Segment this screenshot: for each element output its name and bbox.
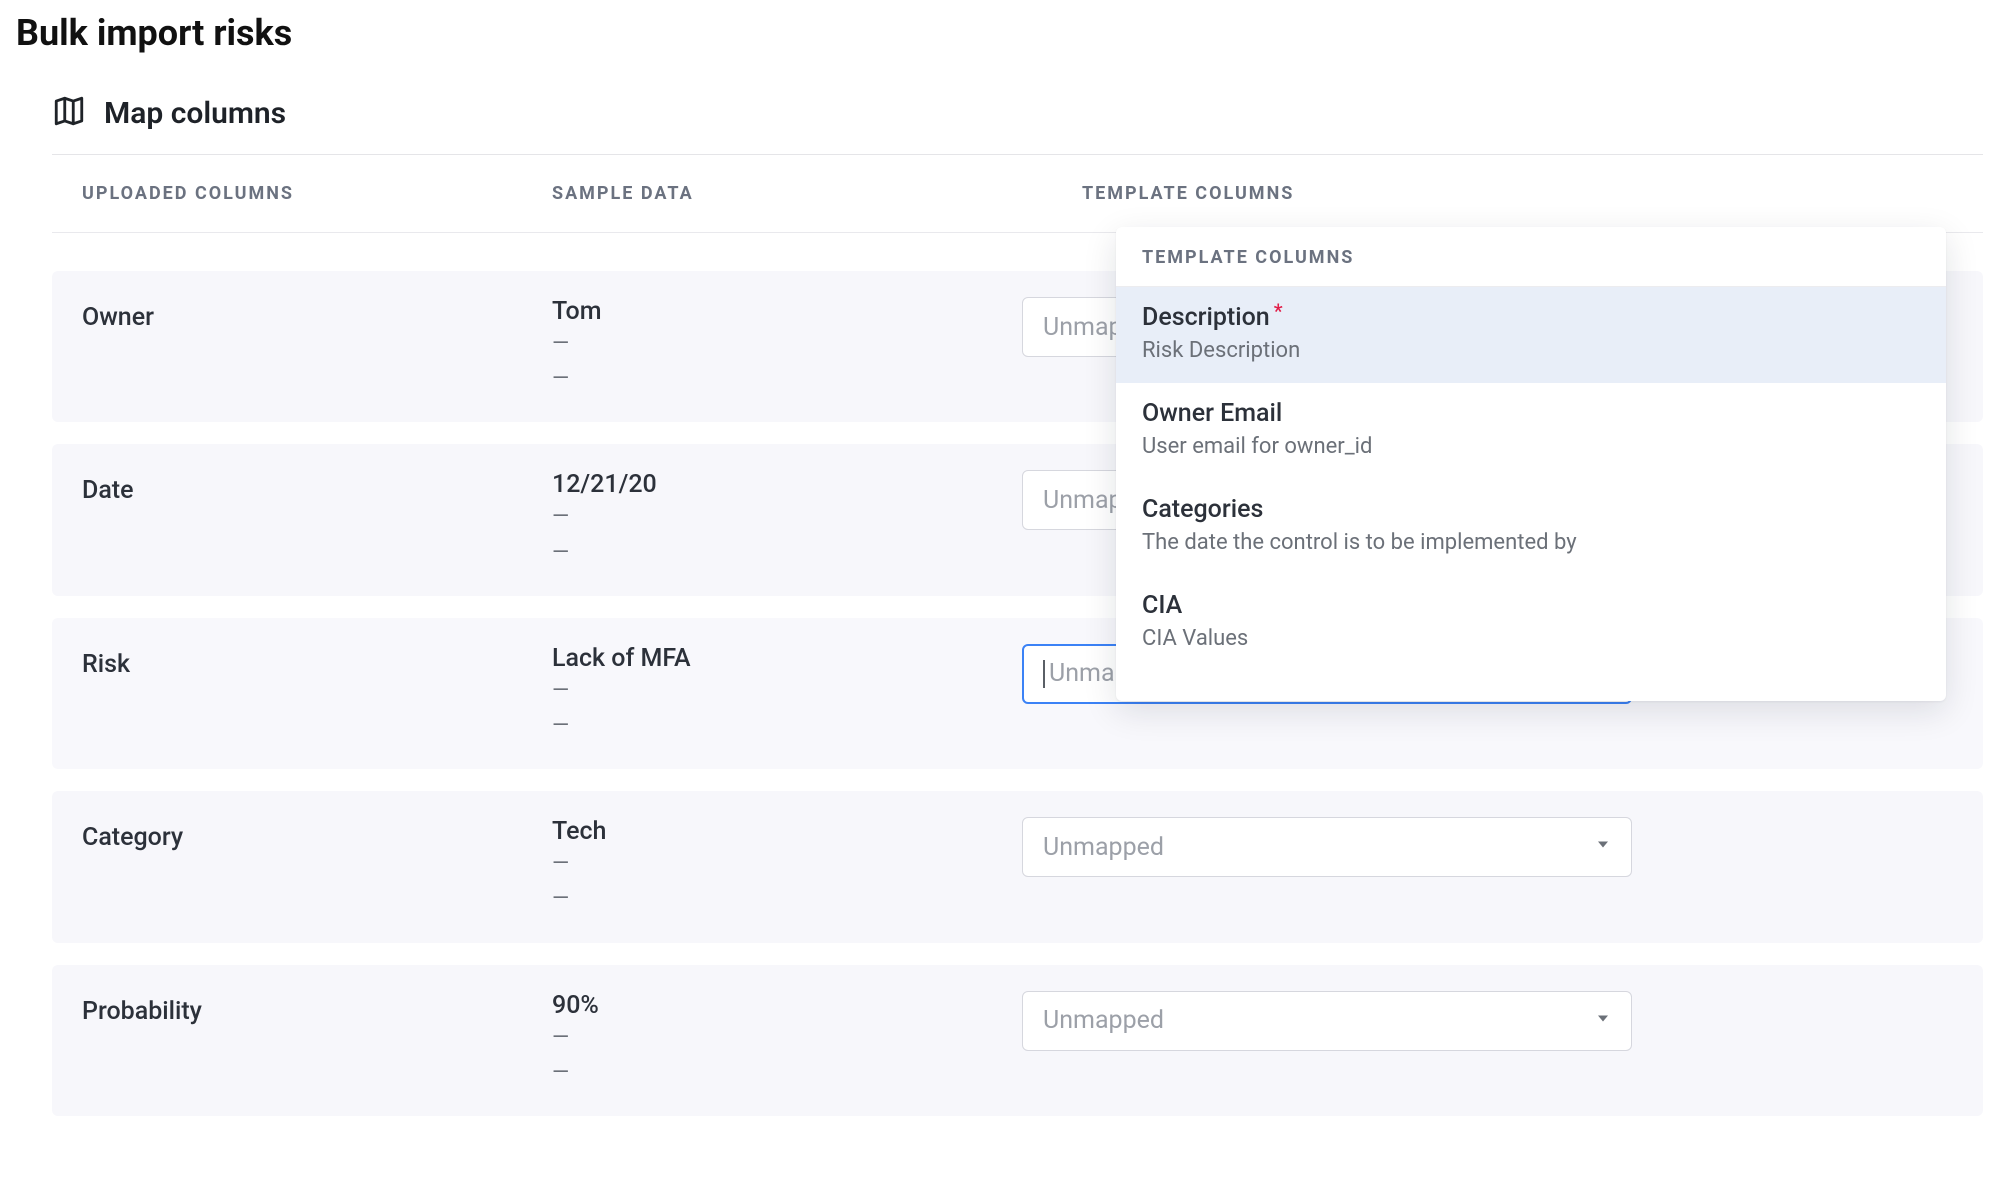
uploaded-column-name: Owner [82, 297, 552, 332]
sample-value: 90% [552, 991, 1022, 1020]
sample-empty: — [552, 708, 1022, 743]
sample-value: Tom [552, 297, 1022, 326]
dropdown-option[interactable]: Owner Email User email for owner_id [1116, 383, 1946, 479]
sample-data-header: SAMPLE DATA [552, 183, 694, 204]
dropdown-option-label: Description [1142, 303, 1270, 332]
uploaded-columns-header: UPLOADED COLUMNS [82, 183, 294, 204]
table-headers: UPLOADED COLUMNS SAMPLE DATA TEMPLATE CO… [52, 155, 1983, 233]
map-columns-header: Map columns [52, 94, 1983, 155]
uploaded-column-name: Risk [82, 644, 552, 679]
column-mapping-row: CategoryTech——Unmapped [52, 791, 1983, 942]
uploaded-column-name: Category [82, 817, 552, 852]
map-columns-title: Map columns [104, 96, 286, 131]
sample-empty: — [552, 1055, 1022, 1090]
sample-empty: — [552, 673, 1022, 708]
sample-empty: — [552, 535, 1022, 570]
dropdown-option-partial[interactable] [1116, 671, 1946, 701]
sample-empty: — [552, 881, 1022, 916]
dropdown-option-description: The date the control is to be implemente… [1142, 530, 1920, 555]
sample-empty: — [552, 499, 1022, 534]
dropdown-option-label: Categories [1142, 495, 1263, 524]
select-placeholder: Unmapped [1043, 833, 1164, 862]
sample-value: 12/21/20 [552, 470, 1022, 499]
caret-down-icon [1593, 833, 1613, 862]
dropdown-option-description: Risk Description [1142, 338, 1920, 363]
dropdown-option[interactable]: Categories The date the control is to be … [1116, 479, 1946, 575]
dropdown-option[interactable]: Description* Risk Description [1116, 287, 1946, 383]
caret-down-icon [1593, 1006, 1613, 1035]
select-placeholder: Unmapped [1043, 1006, 1164, 1035]
required-asterisk-icon: * [1274, 301, 1283, 321]
rows-container: OwnerTom——UnmappedDate12/21/20——Unmapped… [52, 233, 1983, 1116]
sample-empty: — [552, 846, 1022, 881]
template-column-dropdown[interactable]: TEMPLATE COLUMNS Description* Risk Descri… [1116, 227, 1946, 701]
sample-empty: — [552, 361, 1022, 396]
template-columns-header: TEMPLATE COLUMNS [1082, 183, 1294, 204]
column-mapping-row: Probability90%——Unmapped [52, 965, 1983, 1116]
map-columns-section: Map columns UPLOADED COLUMNS SAMPLE DATA… [16, 94, 1983, 1116]
sample-value: Lack of MFA [552, 644, 1022, 673]
template-column-select[interactable]: Unmapped [1022, 817, 1632, 877]
dropdown-option[interactable]: CIA CIA Values [1116, 575, 1946, 671]
dropdown-header: TEMPLATE COLUMNS [1116, 227, 1946, 287]
sample-empty: — [552, 326, 1022, 361]
text-cursor [1043, 660, 1045, 688]
uploaded-column-name: Date [82, 470, 552, 505]
template-column-select[interactable]: Unmapped [1022, 991, 1632, 1051]
dropdown-option-description: User email for owner_id [1142, 434, 1920, 459]
sample-value: Tech [552, 817, 1022, 846]
map-icon [52, 94, 86, 132]
uploaded-column-name: Probability [82, 991, 552, 1026]
page-title: Bulk import risks [16, 12, 1983, 54]
bulk-import-risks-page: Bulk import risks Map columns UPLOADED C… [0, 0, 1999, 1116]
dropdown-option-label: Owner Email [1142, 399, 1282, 428]
dropdown-option-description: CIA Values [1142, 626, 1920, 651]
sample-empty: — [552, 1020, 1022, 1055]
dropdown-option-label: CIA [1142, 591, 1182, 620]
